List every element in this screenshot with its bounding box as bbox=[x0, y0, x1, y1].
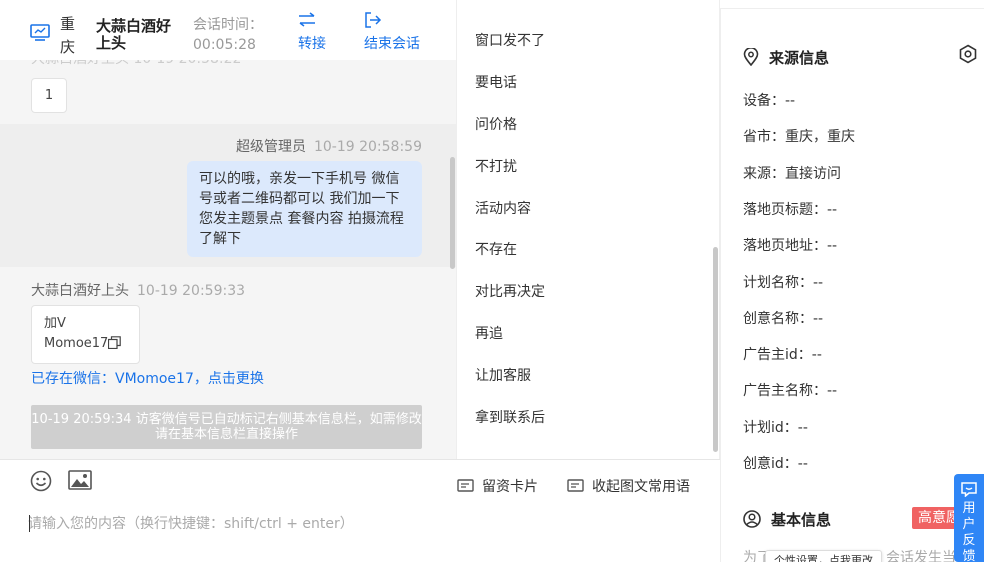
feedback-button[interactable]: 用户反馈 bbox=[954, 474, 984, 562]
exit-icon bbox=[364, 12, 420, 28]
info-creative-id: 创意id：-- bbox=[743, 456, 808, 472]
end-session-label: 结束会话 bbox=[364, 36, 420, 52]
system-notice: 10-19 20:59:34 访客微信号已自动标记右侧基本信息栏，如需修改请在基… bbox=[31, 405, 422, 449]
image-icon[interactable] bbox=[68, 470, 92, 490]
collapse-phrases-label: 收起图文常用语 bbox=[592, 479, 690, 495]
quick-reply-item[interactable]: 再追 bbox=[475, 323, 503, 343]
message-list[interactable]: 大蒜白酒好上头 10-19 20:58:22 1 超级管理员10-19 20:5… bbox=[0, 40, 456, 459]
session-time-value: 00:05:28 bbox=[193, 37, 256, 53]
quick-reply-scrollbar[interactable] bbox=[713, 247, 718, 452]
visitor-name-title: 大蒜白酒好上头 bbox=[96, 17, 172, 52]
chat-header: 重庆 大蒜白酒好上头 会话时间： 00:05:28 转接 结束会话 bbox=[0, 0, 456, 60]
visitor-message-meta: 大蒜白酒好上头 10-19 20:59:33 bbox=[31, 280, 245, 300]
visitor-message-bubble: 1 bbox=[31, 78, 67, 113]
copy-icon[interactable] bbox=[108, 336, 122, 356]
feedback-label: 用户反馈 bbox=[962, 501, 976, 562]
quick-reply-item[interactable]: 让加客服 bbox=[475, 365, 531, 385]
info-plan-name: 计划名称：-- bbox=[743, 275, 824, 291]
end-session-button[interactable]: 结束会话 bbox=[364, 12, 420, 53]
emoji-icon[interactable] bbox=[30, 470, 52, 492]
personalize-tooltip[interactable]: 个性设置，点我更改 bbox=[765, 550, 882, 562]
quick-reply-item[interactable]: 不打扰 bbox=[475, 156, 517, 176]
message-composer: 留资卡片 收起图文常用语 bbox=[0, 459, 720, 562]
info-province: 省市：重庆，重庆 bbox=[743, 129, 855, 145]
wechat-bubble-line2: Momoe17 bbox=[44, 336, 109, 351]
info-device: 设备：-- bbox=[743, 93, 796, 109]
card-icon bbox=[457, 479, 482, 495]
message-icon bbox=[567, 479, 592, 495]
info-landing-url: 落地页地址：-- bbox=[743, 238, 838, 254]
monitor-icon bbox=[30, 24, 50, 42]
quick-reply-item[interactable]: 不存在 bbox=[475, 239, 517, 259]
quick-reply-item[interactable]: 拿到联系后 bbox=[475, 407, 545, 427]
user-circle-icon bbox=[743, 510, 771, 529]
message-scrollbar[interactable] bbox=[450, 157, 455, 269]
lead-card-button[interactable]: 留资卡片 bbox=[457, 476, 538, 496]
settings-hex-icon[interactable] bbox=[958, 44, 978, 64]
quick-reply-item[interactable]: 活动内容 bbox=[475, 198, 531, 218]
info-creative-name: 创意名称：-- bbox=[743, 311, 824, 327]
agent-message-time: 10-19 20:58:59 bbox=[313, 139, 422, 155]
transfer-icon bbox=[298, 12, 326, 28]
visitor-city: 重庆 bbox=[60, 15, 76, 56]
transfer-button[interactable]: 转接 bbox=[298, 12, 326, 53]
quick-reply-item[interactable]: 窗口发不了 bbox=[475, 30, 545, 50]
lead-card-label: 留资卡片 bbox=[482, 479, 538, 495]
basic-info-title: 基本信息 bbox=[743, 509, 831, 530]
wechat-change-link[interactable]: 已存在微信：VMomoe17，点击更换 bbox=[31, 368, 264, 388]
basic-info-label: 基本信息 bbox=[771, 511, 832, 529]
info-plan-id: 计划id：-- bbox=[743, 420, 808, 436]
transfer-label: 转接 bbox=[298, 36, 326, 52]
info-advertiser-name: 广告主名称：-- bbox=[743, 383, 838, 399]
source-info-label: 来源信息 bbox=[769, 49, 830, 67]
wechat-bubble-line1: 加V bbox=[44, 316, 66, 331]
info-advertiser-id: 广告主id：-- bbox=[743, 347, 822, 363]
quick-reply-panel: 窗口发不了 要电话 问价格 不打扰 活动内容 不存在 对比再决定 再追 让加客服… bbox=[456, 0, 720, 459]
info-source: 来源：直接访问 bbox=[743, 166, 841, 182]
visitor-message-time: 10-19 20:59:33 bbox=[137, 283, 246, 299]
text-cursor bbox=[29, 515, 30, 532]
visitor-wechat-bubble: 加V Momoe17 bbox=[31, 305, 140, 364]
quick-reply-item[interactable]: 对比再决定 bbox=[475, 281, 545, 301]
info-landing-title: 落地页标题：-- bbox=[743, 202, 838, 218]
location-pin-icon bbox=[743, 47, 769, 67]
message-input[interactable] bbox=[28, 512, 628, 536]
session-time-label: 会话时间： bbox=[193, 17, 263, 33]
visitor-name: 大蒜白酒好上头 bbox=[31, 283, 129, 299]
agent-message-bubble: 可以的哦，亲发一下手机号 微信号或者二维码都可以 我们加一下您发主题景点 套餐内… bbox=[187, 161, 422, 257]
basic-info-desc-right: 会话发生当 bbox=[886, 550, 956, 562]
feedback-chat-icon bbox=[954, 482, 984, 497]
quick-reply-item[interactable]: 问价格 bbox=[475, 114, 517, 134]
quick-reply-item[interactable]: 要电话 bbox=[475, 72, 517, 92]
visitor-info-panel: 来源信息 设备：-- 省市：重庆，重庆 来源：直接访问 落地页标题：-- 落地页… bbox=[720, 8, 984, 562]
source-info-title: 来源信息 bbox=[743, 47, 829, 68]
wechat-bubble-line2-row: Momoe17 bbox=[44, 334, 127, 356]
agent-name: 超级管理员 bbox=[235, 139, 306, 155]
agent-message-meta: 超级管理员 10-19 20:58:59 bbox=[236, 136, 422, 156]
collapse-phrases-button[interactable]: 收起图文常用语 bbox=[567, 476, 690, 496]
